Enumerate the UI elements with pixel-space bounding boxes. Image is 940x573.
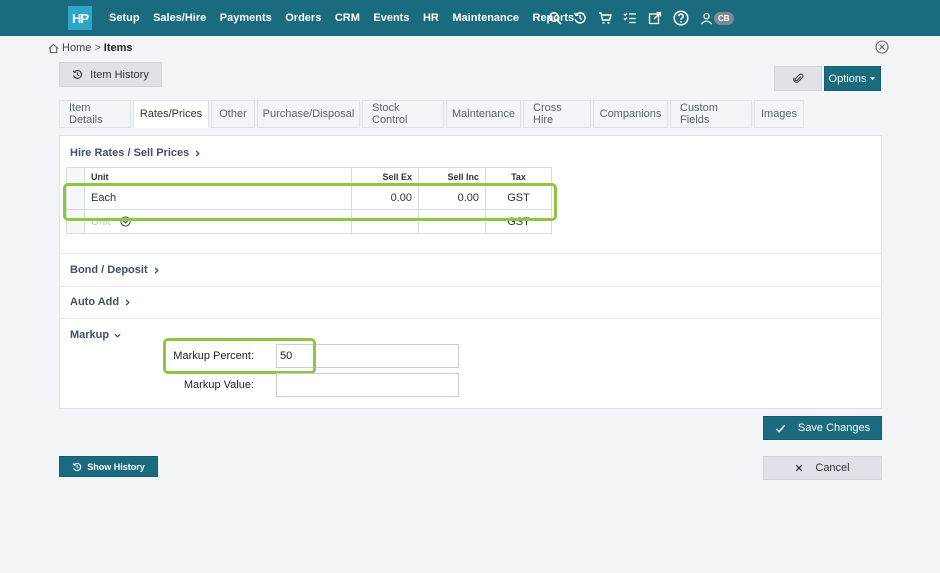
history-icon bbox=[72, 69, 83, 79]
markup-percent-input[interactable] bbox=[276, 344, 459, 368]
checklist-icon[interactable] bbox=[623, 11, 637, 25]
bond-deposit-title: Bond / Deposit bbox=[70, 264, 148, 276]
cell-sell-inc[interactable]: 0.00 bbox=[418, 185, 486, 210]
section-divider bbox=[60, 286, 881, 287]
tab-item-details[interactable]: Item Details bbox=[59, 100, 131, 128]
bond-deposit-section-toggle[interactable]: Bond / Deposit bbox=[70, 264, 160, 276]
new-sell-inc-cell[interactable] bbox=[418, 209, 486, 234]
chevron-right-icon bbox=[125, 298, 130, 306]
nav-orders[interactable]: Orders bbox=[285, 12, 321, 24]
user-icon bbox=[700, 12, 713, 24]
nav-crm[interactable]: CRM bbox=[335, 12, 360, 24]
tab-maintenance[interactable]: Maintenance bbox=[446, 100, 521, 128]
section-divider bbox=[60, 253, 881, 254]
auto-add-section-toggle[interactable]: Auto Add bbox=[70, 296, 131, 308]
column-header-sell-inc: Sell Inc bbox=[418, 167, 486, 186]
external-link-icon[interactable] bbox=[648, 11, 662, 25]
item-history-label: Item History bbox=[90, 68, 149, 81]
show-history-button[interactable]: Show History bbox=[59, 456, 158, 477]
new-sell-ex-cell[interactable] bbox=[351, 209, 419, 234]
new-unit-select[interactable]: Unit bbox=[84, 209, 352, 234]
tab-other[interactable]: Other bbox=[211, 100, 255, 128]
row-drag-handle bbox=[66, 209, 85, 234]
history-icon[interactable] bbox=[573, 11, 587, 25]
item-tabs: Item Details Rates/Prices Other Purchase… bbox=[59, 100, 806, 128]
attachments-button[interactable] bbox=[774, 66, 822, 91]
save-changes-button[interactable]: Save Changes bbox=[763, 416, 882, 440]
main-nav: Setup Sales/Hire Payments Orders CRM Eve… bbox=[109, 0, 588, 36]
nav-events[interactable]: Events bbox=[373, 12, 409, 24]
nav-payments[interactable]: Payments bbox=[220, 12, 272, 24]
chevron-down-icon bbox=[114, 333, 121, 338]
tab-purchase-disposal[interactable]: Purchase/Disposal bbox=[257, 100, 360, 128]
cell-sell-ex[interactable]: 0.00 bbox=[351, 185, 419, 210]
help-icon[interactable] bbox=[673, 10, 689, 26]
user-menu[interactable]: CB bbox=[700, 11, 734, 25]
new-rate-row: Unit GST bbox=[66, 209, 552, 234]
auto-add-title: Auto Add bbox=[70, 296, 120, 308]
app-logo[interactable]: HP bbox=[68, 6, 92, 30]
tab-stock-control[interactable]: Stock Control bbox=[362, 100, 444, 128]
markup-percent-label: Markup Percent: bbox=[173, 350, 254, 362]
breadcrumb-current: Items bbox=[103, 42, 133, 54]
cancel-button[interactable]: Cancel bbox=[763, 456, 882, 480]
hire-rates-title: Hire Rates / Sell Prices bbox=[70, 147, 190, 159]
item-history-button[interactable]: Item History bbox=[59, 62, 162, 87]
markup-section-toggle[interactable]: Markup bbox=[70, 329, 121, 341]
column-header-unit: Unit bbox=[84, 167, 352, 186]
breadcrumb-home[interactable]: Home bbox=[62, 42, 91, 54]
column-header-tax: Tax bbox=[485, 167, 552, 186]
caret-down-icon bbox=[870, 77, 876, 81]
cell-tax[interactable]: GST bbox=[485, 185, 552, 210]
markup-value-input[interactable] bbox=[276, 373, 459, 397]
tab-custom-fields[interactable]: Custom Fields bbox=[670, 100, 752, 128]
nav-setup[interactable]: Setup bbox=[109, 12, 140, 24]
markup-title: Markup bbox=[70, 329, 110, 341]
row-drag-handle[interactable] bbox=[66, 185, 85, 210]
cell-unit[interactable]: Each bbox=[84, 185, 352, 210]
nav-hr[interactable]: HR bbox=[423, 12, 439, 24]
paperclip-icon bbox=[792, 73, 803, 83]
rates-prices-panel: Hire Rates / Sell Prices Unit Sell Ex Se… bbox=[59, 135, 882, 409]
hire-rates-grid: Unit Sell Ex Sell Inc Tax Each 0.00 0.00… bbox=[66, 167, 552, 234]
home-icon bbox=[48, 43, 59, 53]
chevron-down-icon bbox=[120, 215, 131, 227]
checkmark-icon bbox=[775, 424, 786, 433]
user-initials-badge: CB bbox=[714, 11, 734, 25]
column-header-sell-ex: Sell Ex bbox=[351, 167, 419, 186]
chevron-right-icon bbox=[195, 149, 200, 157]
tab-companions[interactable]: Companions bbox=[593, 100, 668, 128]
nav-sales-hire[interactable]: Sales/Hire bbox=[153, 12, 206, 24]
grid-header-row: Unit Sell Ex Sell Inc Tax bbox=[66, 167, 552, 186]
options-label: Options bbox=[828, 72, 867, 85]
section-divider bbox=[60, 318, 881, 319]
breadcrumb-separator: > bbox=[94, 42, 101, 54]
tab-images[interactable]: Images bbox=[754, 100, 804, 128]
table-row: Each 0.00 0.00 GST bbox=[66, 185, 552, 210]
close-icon[interactable] bbox=[875, 40, 889, 54]
cart-icon[interactable] bbox=[598, 11, 612, 25]
search-icon[interactable] bbox=[548, 11, 562, 25]
save-changes-label: Save Changes bbox=[797, 422, 871, 434]
nav-icons: CB bbox=[548, 0, 734, 36]
history-icon bbox=[72, 462, 82, 471]
cancel-label: Cancel bbox=[815, 462, 850, 474]
options-dropdown-button[interactable]: Options bbox=[824, 66, 881, 91]
hire-rates-section-toggle[interactable]: Hire Rates / Sell Prices bbox=[70, 147, 201, 159]
top-nav-bar: HP Setup Sales/Hire Payments Orders CRM … bbox=[0, 0, 940, 36]
nav-maintenance[interactable]: Maintenance bbox=[452, 12, 519, 24]
show-history-label: Show History bbox=[87, 461, 145, 472]
close-icon bbox=[796, 464, 803, 472]
breadcrumb: Home > Items bbox=[48, 42, 133, 54]
unit-placeholder: Unit bbox=[91, 215, 111, 228]
chevron-right-icon bbox=[154, 266, 159, 274]
markup-value-label: Markup Value: bbox=[183, 379, 254, 391]
tab-cross-hire[interactable]: Cross Hire bbox=[523, 100, 591, 128]
grid-handle-header bbox=[66, 167, 85, 186]
new-tax-cell[interactable]: GST bbox=[485, 209, 552, 234]
tab-rates-prices[interactable]: Rates/Prices bbox=[133, 100, 209, 128]
